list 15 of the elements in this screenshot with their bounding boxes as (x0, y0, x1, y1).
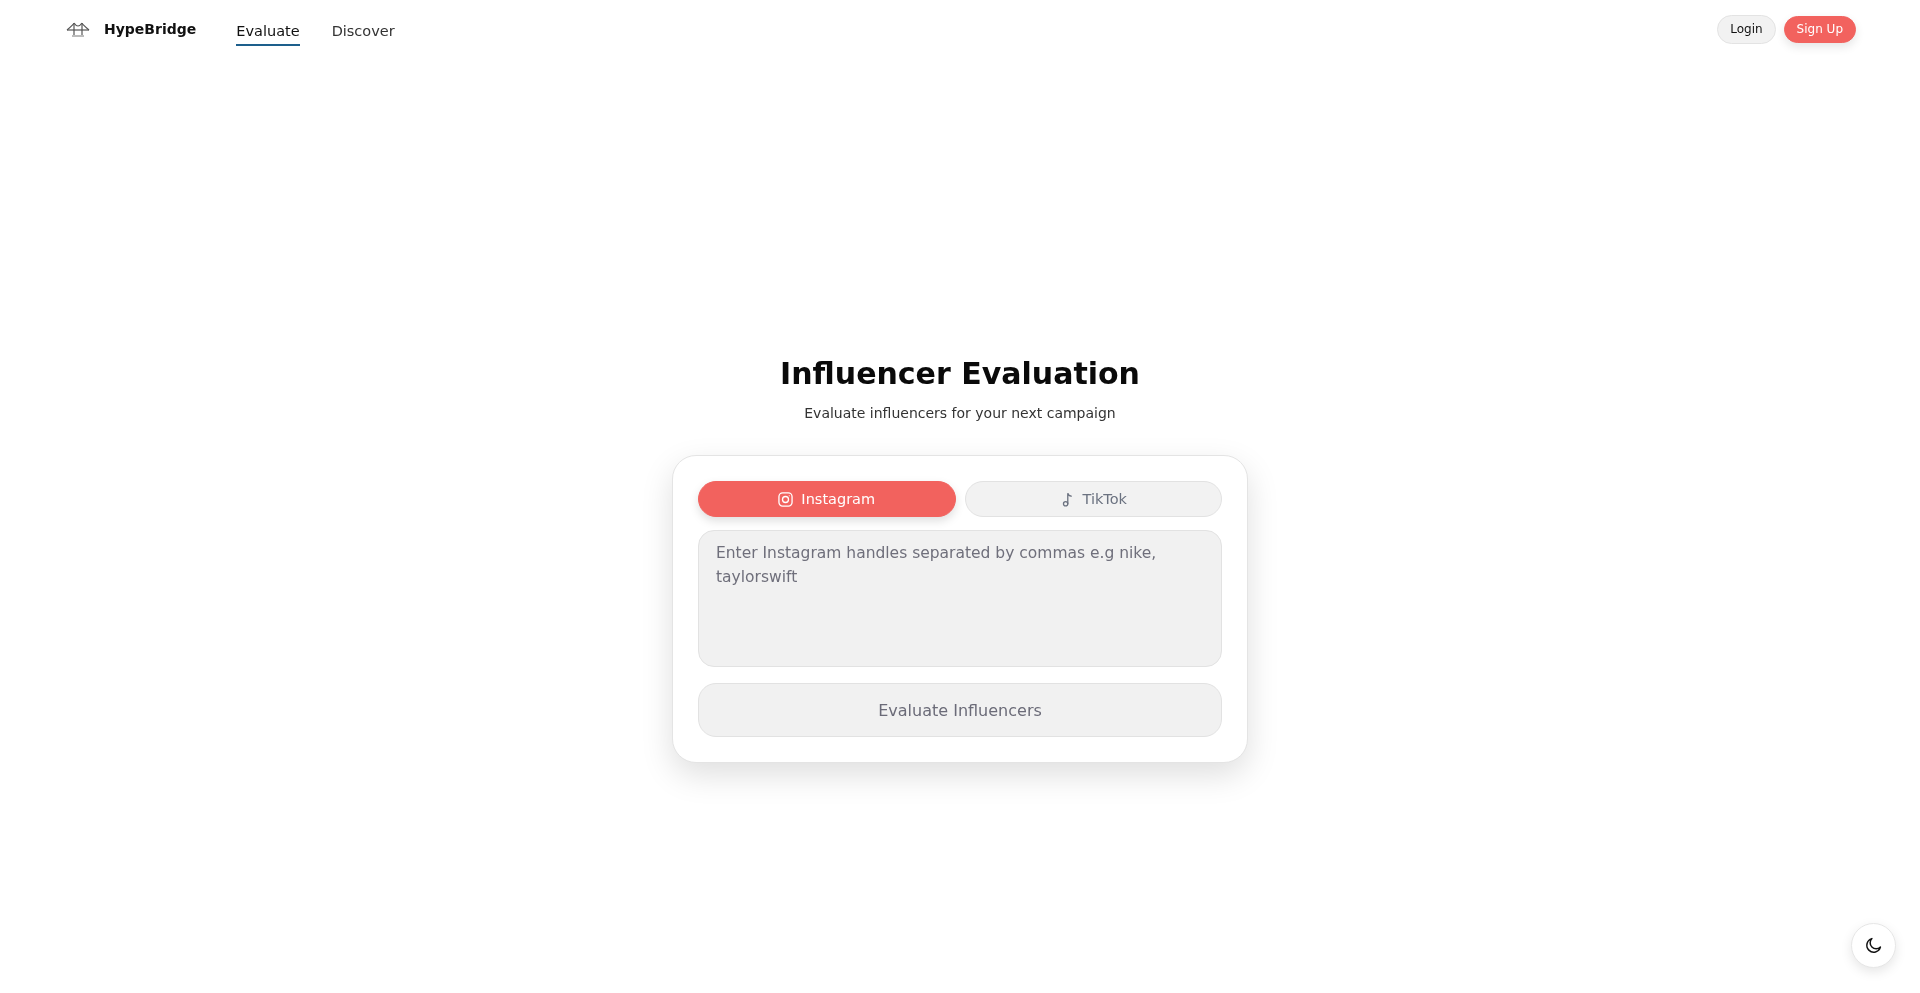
login-button[interactable]: Login (1717, 14, 1776, 44)
platform-tab[interactable]: Instagram (698, 481, 956, 517)
brand-name: HypeBridge (104, 21, 197, 37)
moon-icon (1865, 937, 1882, 954)
nav-link[interactable]: Discover (331, 16, 395, 46)
nav-link[interactable]: Evaluate (236, 16, 300, 46)
instagram-icon (778, 491, 794, 507)
theme-toggle-button[interactable] (1851, 923, 1896, 968)
sign-up-button[interactable]: Sign Up (1783, 15, 1856, 43)
bridge-logo-icon (66, 21, 90, 37)
page-title: Influencer Evaluation (780, 356, 1140, 392)
platform-tab[interactable]: TikTok (964, 481, 1222, 517)
handles-input[interactable]: Enter Instagram handles separated by commas e.g nike, taylorswift (698, 530, 1222, 667)
page-subtitle: Evaluate influencers for your next campaign (804, 404, 1116, 423)
evaluate-button[interactable]: Evaluate Influencers (698, 683, 1222, 737)
